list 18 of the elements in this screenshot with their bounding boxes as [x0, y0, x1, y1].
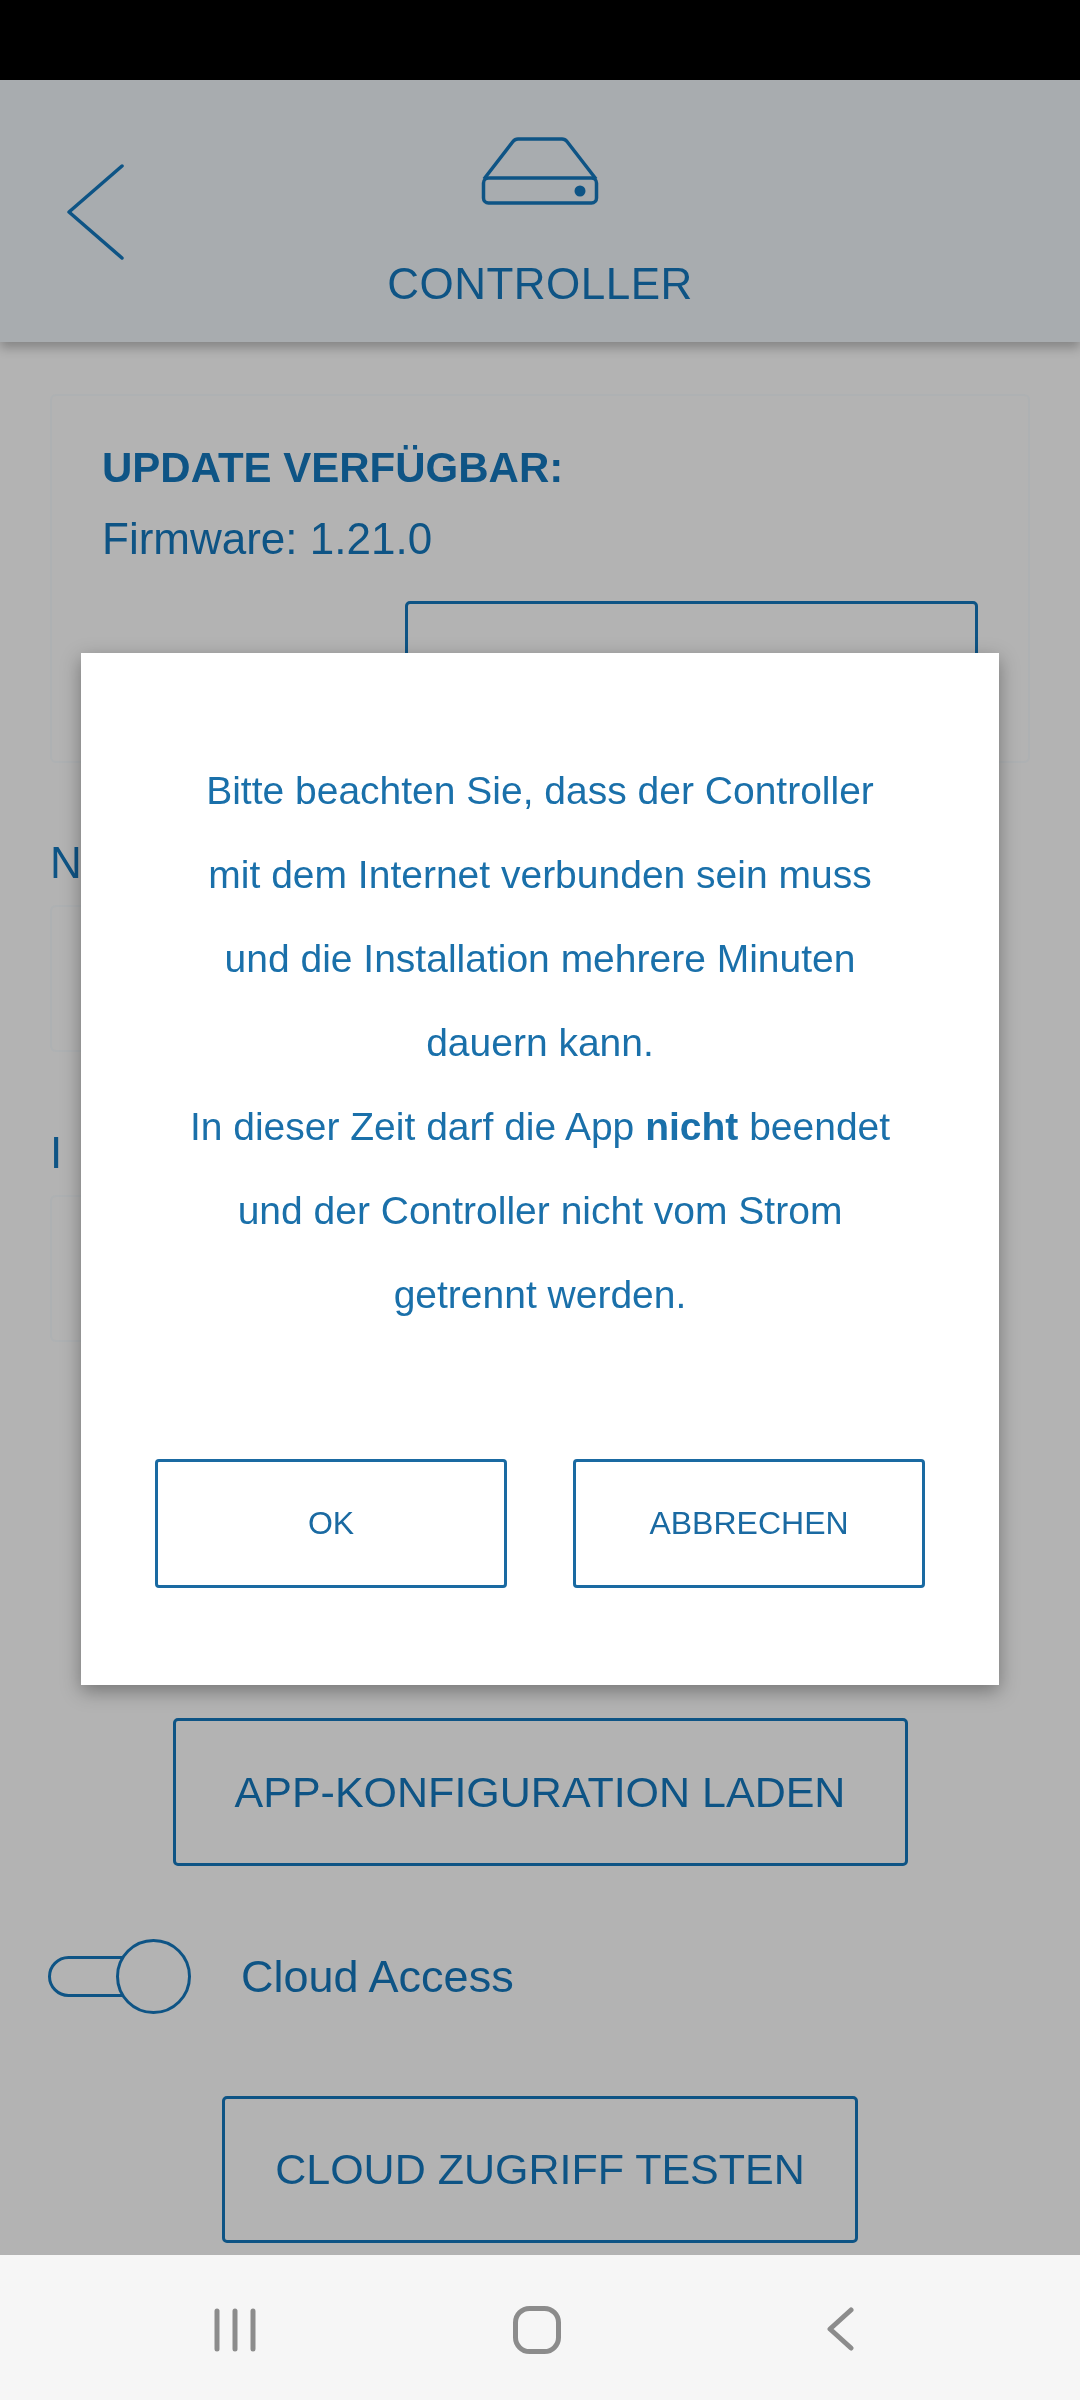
- dialog-button[interactable]: OK: [155, 1459, 507, 1588]
- field-label: I: [50, 1128, 63, 1178]
- load-configuration-button[interactable]: APP-KONFIGURATION LADEN: [172, 1718, 908, 1866]
- back-icon[interactable]: [66, 164, 124, 260]
- recent-apps-icon[interactable]: [214, 2308, 256, 2352]
- dialog-button[interactable]: ABBRECHEN: [573, 1459, 925, 1588]
- firmware-version: Firmware: 1.21.0: [102, 513, 433, 565]
- cloud-access-toggle[interactable]: [48, 1939, 191, 2014]
- test-cloud-button[interactable]: CLOUD ZUGRIFF TESTEN: [222, 2096, 858, 2243]
- update-title: UPDATE VERFÜGBAR:: [102, 443, 564, 493]
- dialog-message: In dieser Zeit darf die App nicht beendet und der Controller nicht vom Strom getrennt werden.: [189, 1104, 891, 1318]
- field-label: N: [50, 838, 82, 888]
- header-title: CONTROLLER: [387, 258, 693, 310]
- device-icon: [480, 137, 600, 205]
- back-icon[interactable]: [826, 2307, 854, 2351]
- dialog-message: Bitte beachten Sie, dass der Controller mit dem Internet verbunden sein muss und die Installation mehrere Minuten dauern kann.: [206, 768, 874, 1066]
- home-icon[interactable]: [513, 2306, 561, 2354]
- toggle-label: Cloud Access: [241, 1950, 514, 2003]
